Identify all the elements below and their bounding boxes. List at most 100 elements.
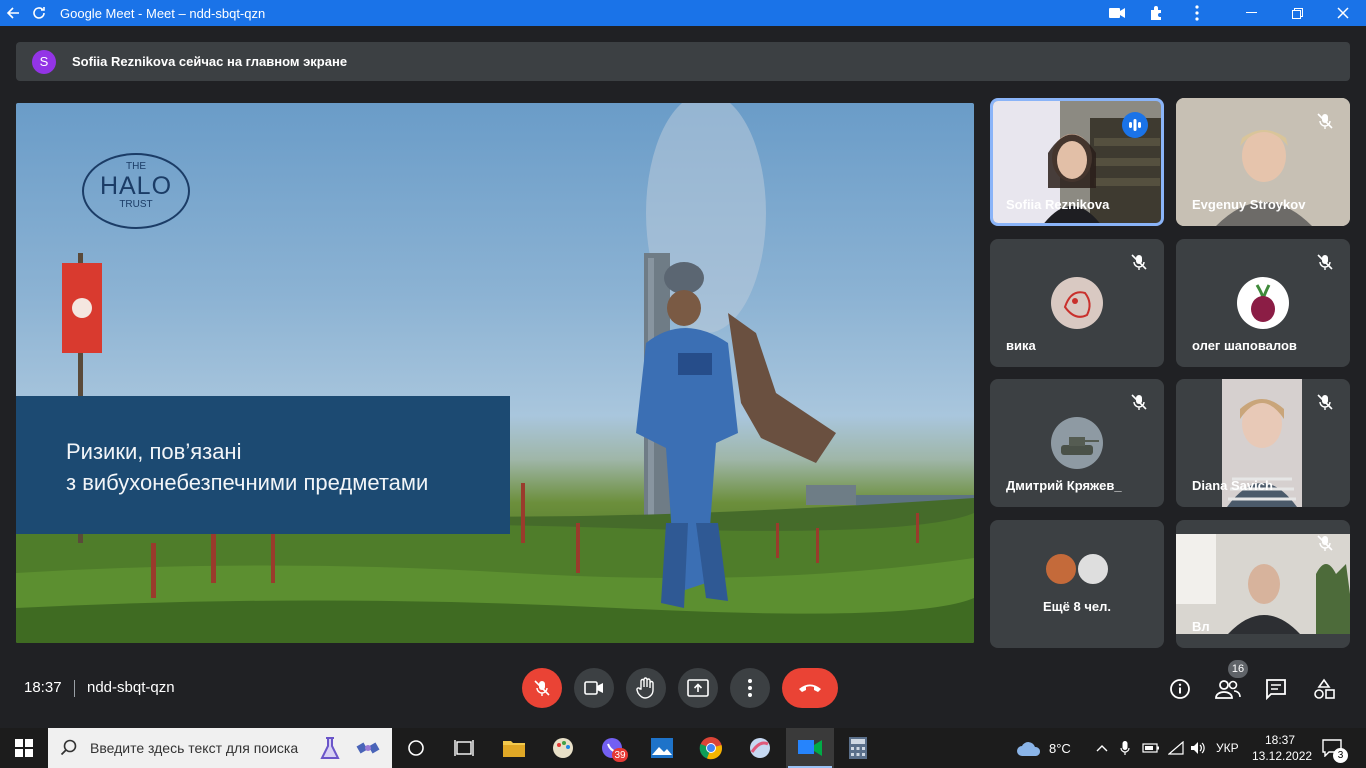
participant-tile[interactable]: Вл bbox=[1176, 520, 1350, 648]
viber-badge: 39 bbox=[612, 748, 628, 762]
present-screen-icon bbox=[687, 679, 709, 697]
menu-button[interactable] bbox=[1184, 0, 1210, 26]
system-time: 18:37 bbox=[1264, 733, 1296, 747]
photos-button[interactable] bbox=[648, 734, 676, 762]
taskbar-search[interactable]: Введите здесь текст для поиска bbox=[48, 728, 392, 768]
more-options-button[interactable] bbox=[730, 668, 770, 708]
avatar bbox=[1237, 277, 1289, 329]
camera-indicator[interactable] bbox=[1104, 0, 1130, 26]
participant-tile[interactable]: Sofiia Reznikova bbox=[990, 98, 1164, 226]
microphone-tray-icon[interactable] bbox=[1120, 728, 1130, 768]
file-explorer-button[interactable] bbox=[500, 734, 528, 762]
close-button[interactable] bbox=[1320, 0, 1366, 26]
mic-off-icon bbox=[1130, 393, 1148, 411]
video-camera-icon bbox=[584, 681, 603, 695]
restore-button[interactable] bbox=[1274, 0, 1320, 26]
system-clock[interactable]: 18:37 13.12.2022 bbox=[1252, 732, 1313, 764]
cortana-icon bbox=[408, 740, 424, 756]
more-vertical-icon bbox=[748, 679, 752, 697]
puzzle-icon bbox=[1151, 6, 1161, 20]
palette-icon bbox=[553, 738, 573, 758]
start-button[interactable] bbox=[10, 734, 38, 762]
satellite-icon bbox=[354, 734, 382, 762]
chrome-button[interactable] bbox=[697, 734, 725, 762]
people-button[interactable] bbox=[1215, 676, 1241, 702]
participant-tile[interactable]: Evgenuy Stroykov bbox=[1176, 98, 1350, 226]
more-participants-label: Ещё 8 чел. bbox=[1043, 599, 1111, 614]
participant-name: Evgenuy Stroykov bbox=[1192, 197, 1306, 212]
chrome-icon bbox=[699, 737, 722, 760]
reload-button[interactable] bbox=[26, 0, 52, 26]
meet-app-button[interactable] bbox=[786, 728, 834, 768]
chat-button[interactable] bbox=[1263, 676, 1289, 702]
chat-icon bbox=[1266, 679, 1286, 700]
weather-widget[interactable]: 8°C bbox=[1016, 728, 1071, 768]
calculator-button[interactable] bbox=[844, 734, 872, 762]
participant-tile[interactable]: Дмитрий Кряжев_ bbox=[990, 379, 1164, 507]
avatar: S bbox=[32, 49, 56, 74]
audio-level-icon bbox=[1129, 119, 1141, 131]
avatar bbox=[1076, 552, 1110, 586]
end-call-button[interactable] bbox=[782, 668, 838, 708]
raise-hand-button[interactable] bbox=[626, 668, 666, 708]
mic-off-icon bbox=[534, 680, 550, 696]
notification-count-badge: 3 bbox=[1333, 748, 1348, 763]
info-icon bbox=[1170, 679, 1190, 699]
participant-name: вика bbox=[1006, 338, 1036, 353]
battery-tray-icon[interactable] bbox=[1142, 728, 1160, 768]
participant-tile[interactable]: вика bbox=[990, 239, 1164, 367]
search-placeholder: Введите здесь текст для поиска bbox=[90, 740, 299, 756]
show-hidden-icons-button[interactable] bbox=[1096, 728, 1108, 768]
title-bar: Google Meet - Meet – ndd-sbqt-qzn bbox=[0, 0, 1366, 26]
divider bbox=[74, 680, 75, 697]
close-icon bbox=[1337, 7, 1349, 19]
participant-tile[interactable]: Diana Savich bbox=[1176, 379, 1350, 507]
participant-name: Дмитрий Кряжев_ bbox=[1006, 478, 1122, 493]
volume-tray-icon[interactable] bbox=[1190, 728, 1206, 768]
search-icon bbox=[60, 739, 77, 756]
minimize-icon bbox=[1245, 12, 1257, 13]
paint-app-button[interactable] bbox=[549, 734, 577, 762]
more-participants-tile[interactable]: Ещё 8 чел. bbox=[990, 520, 1164, 648]
task-view-button[interactable] bbox=[402, 734, 430, 762]
logo-text-trust: TRUST bbox=[119, 199, 153, 210]
camera-toggle-button[interactable] bbox=[574, 668, 614, 708]
windows-taskbar: Введите здесь текст для поиска 39 8°C УК… bbox=[0, 728, 1366, 768]
people-icon bbox=[1215, 680, 1241, 699]
mic-off-icon bbox=[1316, 112, 1334, 130]
participant-name: Sofiia Reznikova bbox=[1006, 197, 1110, 212]
paint-3d-button[interactable] bbox=[746, 734, 774, 762]
avatar bbox=[1044, 552, 1078, 586]
network-tray-icon[interactable] bbox=[1168, 728, 1184, 768]
arrow-left-icon bbox=[6, 7, 19, 19]
meeting-controls-bar: 18:37 ndd-sbqt-qzn 16 bbox=[0, 660, 1366, 716]
science-icon bbox=[316, 734, 344, 762]
meeting-details-button[interactable] bbox=[1167, 676, 1193, 702]
task-view-icon-button[interactable] bbox=[450, 734, 478, 762]
participant-tile[interactable]: олег шаповалов bbox=[1176, 239, 1350, 367]
phone-hangup-icon bbox=[799, 684, 821, 692]
present-screen-button[interactable] bbox=[678, 668, 718, 708]
reload-icon bbox=[33, 7, 45, 19]
meeting-clock: 18:37 bbox=[24, 679, 62, 696]
shapes-icon bbox=[1314, 678, 1335, 699]
microphone-icon bbox=[1120, 741, 1130, 755]
mic-toggle-button[interactable] bbox=[522, 668, 562, 708]
meeting-code: ndd-sbqt-qzn bbox=[87, 679, 175, 696]
slide-title-box: Ризики, пов’язані з вибухонебезпечними п… bbox=[16, 396, 510, 534]
mic-off-icon bbox=[1316, 253, 1334, 271]
windows-logo-icon bbox=[15, 739, 33, 757]
wifi-icon bbox=[1168, 741, 1184, 755]
system-date: 13.12.2022 bbox=[1252, 749, 1313, 763]
battery-icon bbox=[1142, 743, 1159, 753]
minimize-button[interactable] bbox=[1228, 0, 1274, 26]
extensions-button[interactable] bbox=[1144, 0, 1170, 26]
meet-app-icon bbox=[798, 740, 822, 756]
cloud-icon bbox=[1017, 742, 1041, 756]
restore-icon bbox=[1291, 7, 1303, 19]
main-stage[interactable]: THE HALO TRUST Ризики, пов’язані з вибух… bbox=[16, 103, 974, 643]
language-indicator[interactable]: УКР bbox=[1216, 728, 1239, 768]
activities-button[interactable] bbox=[1311, 676, 1337, 702]
back-button[interactable] bbox=[0, 0, 26, 26]
weather-temperature: 8°C bbox=[1049, 740, 1071, 756]
